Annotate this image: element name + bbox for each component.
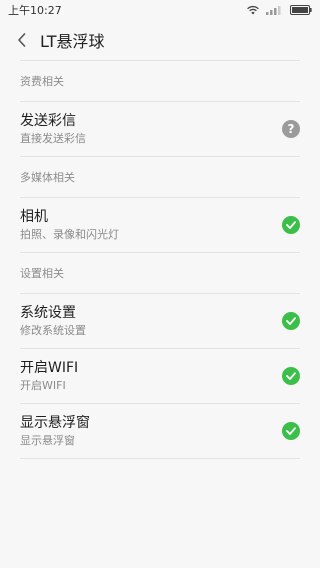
- list-item-subtitle: 开启WIFI: [20, 378, 66, 392]
- status-icons: [246, 5, 312, 15]
- list-item-subtitle: 修改系统设置: [20, 323, 86, 337]
- list-item-title: 发送彩信: [20, 112, 76, 129]
- divider: [20, 458, 300, 459]
- list-item-system-settings[interactable]: 系统设置 修改系统设置: [0, 294, 320, 348]
- list-item-texts: 显示悬浮窗 显示悬浮窗: [20, 414, 90, 449]
- screen: 上午10:27 LT悬浮球 资费相关 发送彩信 直接发送彩信 ? 多媒体相关 相…: [0, 0, 320, 568]
- check-mark-icon: [286, 427, 296, 435]
- list-item-texts: 开启WIFI 开启WIFI: [20, 359, 78, 394]
- list-item-subtitle: 直接发送彩信: [20, 131, 86, 145]
- question-circle-icon[interactable]: ?: [282, 120, 300, 138]
- section-multimedia: 多媒体相关 相机 拍照、录像和闪光灯: [0, 157, 320, 253]
- section-header: 多媒体相关: [20, 171, 75, 184]
- list-item-title: 相机: [20, 208, 48, 225]
- battery-icon: [290, 5, 312, 15]
- check-mark-icon: [286, 221, 296, 229]
- list-item-subtitle: 拍照、录像和闪光灯: [20, 227, 119, 241]
- check-circle-icon: [282, 422, 300, 440]
- check-circle-icon: [282, 216, 300, 234]
- title-bar: LT悬浮球: [0, 20, 320, 60]
- list-item-texts: 发送彩信 直接发送彩信: [20, 112, 86, 147]
- check-mark-icon: [286, 317, 296, 325]
- chevron-left-icon: [18, 33, 26, 47]
- check-mark-icon: [286, 372, 296, 380]
- status-time: 上午10:27: [8, 4, 62, 17]
- list-item-send-mms[interactable]: 发送彩信 直接发送彩信 ?: [0, 102, 320, 156]
- section-header: 设置相关: [20, 267, 64, 280]
- section-header: 资费相关: [20, 75, 64, 88]
- list-item-title: 显示悬浮窗: [20, 414, 90, 431]
- status-bar: 上午10:27: [0, 0, 320, 20]
- section-settings: 设置相关 系统设置 修改系统设置 开启WIFI 开启WIFI 显示悬浮窗 显示悬…: [0, 253, 320, 459]
- section-billing: 资费相关 发送彩信 直接发送彩信 ?: [0, 60, 320, 157]
- list-item-texts: 系统设置 修改系统设置: [20, 304, 86, 339]
- page-title: LT悬浮球: [40, 32, 105, 51]
- check-circle-icon: [282, 312, 300, 330]
- signal-icon: [266, 6, 281, 15]
- list-item-subtitle: 显示悬浮窗: [20, 433, 75, 447]
- back-button[interactable]: [8, 26, 36, 54]
- check-circle-icon: [282, 367, 300, 385]
- wifi-icon: [247, 5, 259, 15]
- list-item-texts: 相机 拍照、录像和闪光灯: [20, 208, 119, 243]
- list-item-floating-window[interactable]: 显示悬浮窗 显示悬浮窗: [0, 404, 320, 458]
- question-glyph: ?: [287, 122, 295, 136]
- list-item-title: 开启WIFI: [20, 359, 79, 376]
- list-item-title: 系统设置: [20, 304, 76, 321]
- list-item-camera[interactable]: 相机 拍照、录像和闪光灯: [0, 198, 320, 252]
- list-item-enable-wifi[interactable]: 开启WIFI 开启WIFI: [0, 349, 320, 403]
